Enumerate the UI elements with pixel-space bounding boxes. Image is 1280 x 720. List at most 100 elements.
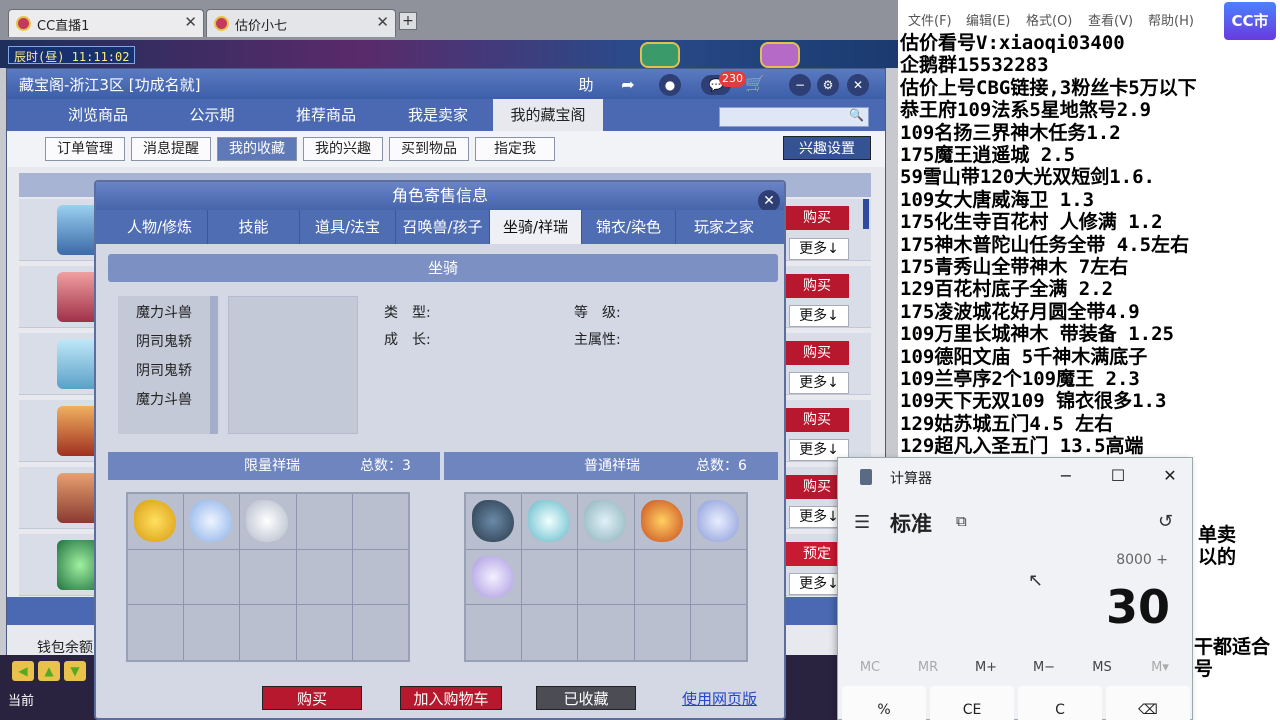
buy-button[interactable]: 购买 [785,408,849,432]
mount-item[interactable]: 魔力斗兽 [118,389,210,409]
web-version-link[interactable]: 使用网页版 [682,688,757,709]
grid-cell[interactable] [240,605,296,660]
search-icon[interactable]: 🔍 [849,108,864,122]
grid-cell[interactable] [690,494,746,549]
grid-cell[interactable] [634,605,690,660]
assigned-me-button[interactable]: 指定我 [475,137,555,161]
arrow-up-icon[interactable]: ▲ [38,661,60,681]
mount-item[interactable]: 阴司鬼轿 [118,360,210,380]
tab-mounts[interactable]: 坐骑/祥瑞 [490,210,582,244]
minimize-icon[interactable]: − [1050,464,1082,488]
keep-on-top-icon[interactable]: ⧉ [956,512,967,530]
record-icon[interactable]: ● [659,74,681,96]
spirit-icon[interactable] [584,500,627,542]
purple-spirit-icon[interactable] [472,555,514,598]
menu-format[interactable]: 格式(O) [1026,10,1072,29]
menu-edit[interactable]: 编辑(E) [966,10,1010,29]
scrollbar-thumb[interactable] [863,199,869,229]
close-icon[interactable]: ✕ [758,190,780,212]
grid-cell[interactable] [184,605,240,660]
grid-cell[interactable] [296,605,352,660]
more-button[interactable]: 更多↓ [789,238,849,260]
grid-cell[interactable] [128,494,184,549]
search-input[interactable]: 🔍 [719,107,869,127]
crystal-icon[interactable] [528,500,571,542]
menu-help[interactable]: 帮助(H) [1148,10,1194,29]
backspace-button[interactable]: ⌫ [1106,686,1190,720]
tab-skills[interactable]: 技能 [208,210,300,244]
help-button[interactable]: 助 [573,74,599,96]
grid-cell[interactable] [578,605,634,660]
mount-item[interactable]: 阴司鬼轿 [118,331,210,351]
m-plus-button[interactable]: M+ [966,660,1006,675]
grid-cell[interactable] [578,494,634,549]
menu-view[interactable]: 查看(V) [1088,10,1133,29]
arrow-left-icon[interactable]: ◀ [12,661,34,681]
my-interest-button[interactable]: 我的兴趣 [303,137,383,161]
tab-close-icon[interactable]: ✕ [184,13,197,31]
grid-cell[interactable] [240,494,296,549]
cart-icon[interactable]: 🛒 [745,74,765,93]
m-minus-button[interactable]: M− [1024,660,1064,675]
collected-button[interactable]: 已收藏 [536,686,636,710]
golden-beast-icon[interactable] [134,500,176,542]
bought-items-button[interactable]: 买到物品 [389,137,469,161]
grid-cell[interactable] [296,494,352,549]
grid-cell[interactable] [466,549,522,605]
tab-home[interactable]: 玩家之家 [676,210,772,244]
tab-summons[interactable]: 召唤兽/孩子 [396,210,490,244]
current-channel-label[interactable]: 当前 [8,690,34,709]
menu-file[interactable]: 文件(F) [908,10,952,29]
tab-outfits[interactable]: 锦衣/染色 [582,210,676,244]
grid-cell[interactable] [690,549,746,605]
message-remind-button[interactable]: 消息提醒 [131,137,211,161]
grid-cell[interactable] [522,494,578,549]
grid-cell[interactable] [352,494,408,549]
game-pet-icon[interactable] [640,42,680,68]
menu-icon[interactable]: ☰ [854,512,870,533]
grid-cell[interactable] [522,549,578,605]
grid-cell[interactable] [466,605,522,660]
ice-dragon-icon[interactable] [190,500,233,542]
browser-tab-cc[interactable]: CC直播1 ✕ [8,9,204,37]
mr-button[interactable]: MR [908,660,948,675]
arrow-down-icon[interactable]: ▼ [64,661,86,681]
grid-cell[interactable] [184,549,240,605]
grid-cell[interactable] [522,605,578,660]
tab-my-pavilion[interactable]: 我的藏宝阁 [493,99,603,131]
grid-cell[interactable] [128,549,184,605]
more-button[interactable]: 更多↓ [789,372,849,394]
fire-lion-icon[interactable] [640,500,683,542]
tab-recommended[interactable]: 推荐商品 [271,99,381,131]
add-to-cart-button[interactable]: 加入购物车 [400,686,502,710]
percent-button[interactable]: % [842,686,926,720]
grid-cell[interactable] [578,549,634,605]
grid-cell[interactable] [296,549,352,605]
mc-button[interactable]: MC [850,660,890,675]
ms-button[interactable]: MS [1082,660,1122,675]
tab-public[interactable]: 公示期 [157,99,267,131]
buy-button[interactable]: 购买 [785,206,849,230]
grid-cell[interactable] [634,494,690,549]
game-character-icon[interactable] [760,42,800,68]
buy-button[interactable]: 购买 [262,686,362,710]
grid-cell[interactable] [690,605,746,660]
order-manage-button[interactable]: 订单管理 [45,137,125,161]
blue-beast-icon[interactable] [696,500,739,542]
grid-cell[interactable] [352,605,408,660]
interest-settings-button[interactable]: 兴趣设置 [783,136,871,160]
memory-list-button[interactable]: M▾ [1140,660,1180,675]
more-button[interactable]: 更多↓ [789,305,849,327]
buy-button[interactable]: 购买 [785,274,849,298]
ce-button[interactable]: CE [930,686,1014,720]
close-icon[interactable]: ✕ [847,74,869,96]
grid-cell[interactable] [128,605,184,660]
grid-cell[interactable] [352,549,408,605]
gear-icon[interactable]: ⚙ [817,74,839,96]
grid-cell[interactable] [240,549,296,605]
tab-character[interactable]: 人物/修炼 [112,210,208,244]
share-icon[interactable]: ➦ [617,74,639,96]
grid-cell[interactable] [634,549,690,605]
tab-seller[interactable]: 我是卖家 [385,99,491,131]
grid-cell[interactable] [184,494,240,549]
